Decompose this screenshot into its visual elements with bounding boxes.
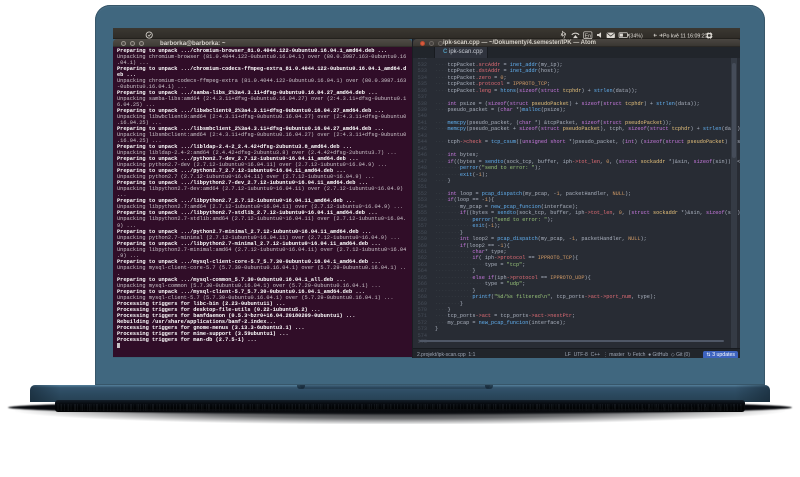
svg-text:Po kvě 11 16:09:29: Po kvě 11 16:09:29 [663, 33, 708, 39]
svg-text:En: En [585, 33, 591, 39]
svg-text:(34%): (34%) [629, 33, 643, 39]
